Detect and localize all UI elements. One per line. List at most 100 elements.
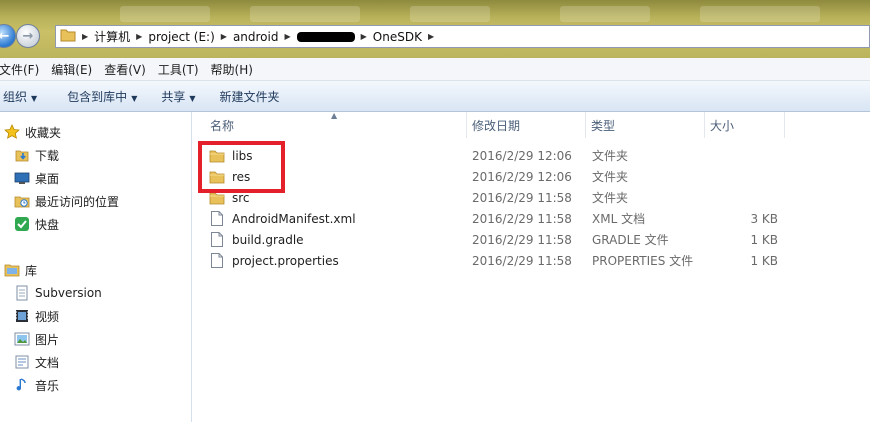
nav-item-label: 音乐	[35, 378, 60, 393]
breadcrumb-redacted[interactable]	[296, 31, 355, 42]
nav-item-subversion[interactable]: Subversion	[14, 283, 102, 303]
forward-button[interactable]: →	[16, 24, 40, 48]
background-tab-blur	[250, 6, 360, 22]
nav-item-recent-places[interactable]: 最近访问的位置	[14, 191, 119, 211]
folder-icon	[60, 28, 76, 45]
sort-ascending-icon: ▲	[331, 111, 338, 120]
file-row[interactable]: libs 2016/2/29 12:06 文件夹	[192, 145, 870, 166]
file-modified: 2016/2/29 11:58	[472, 190, 572, 205]
dropdown-caret-icon: ▼	[131, 93, 138, 103]
file-size	[712, 187, 778, 208]
background-tab-blur	[560, 6, 650, 22]
menu-bar: 文件(F) 编辑(E) 查看(V) 工具(T) 帮助(H)	[0, 58, 870, 81]
back-button[interactable]: ←	[0, 24, 16, 48]
back-arrow-icon: ←	[0, 28, 10, 44]
breadcrumb-separator-icon[interactable]: ▶	[428, 32, 434, 41]
column-header-modified-label: 修改日期	[472, 118, 521, 133]
nav-item-pictures[interactable]: 图片	[14, 329, 59, 349]
file-row[interactable]: project.properties 2016/2/29 11:58 PROPE…	[192, 250, 870, 271]
dropdown-caret-icon: ▼	[189, 93, 196, 103]
nav-item-label: 图片	[35, 332, 60, 347]
file-list: 名称 ▲ 修改日期 类型 大小 libs 2016/2/29 12:06 文件夹…	[192, 111, 870, 422]
nav-item-label: 桌面	[35, 171, 60, 186]
breadcrumb-separator-icon[interactable]: ▶	[136, 32, 142, 41]
kuaipan-icon	[14, 216, 30, 232]
file-type: XML 文档	[592, 212, 646, 226]
menu-edit[interactable]: 编辑(E)	[45, 61, 98, 78]
breadcrumb-separator-icon[interactable]: ▶	[284, 32, 290, 41]
recent-places-icon	[14, 193, 30, 209]
menu-tools[interactable]: 工具(T)	[152, 61, 205, 78]
breadcrumb-computer[interactable]: 计算机	[94, 28, 130, 45]
libraries-icon	[4, 262, 20, 278]
nav-item-label: 文档	[35, 355, 60, 370]
share-button[interactable]: 共享 ▼	[149, 88, 207, 105]
file-icon	[209, 253, 225, 269]
nav-item-documents[interactable]: 文档	[14, 352, 59, 372]
nav-favorites-label: 收藏夹	[25, 125, 62, 140]
nav-item-kuaipan[interactable]: 快盘	[14, 214, 59, 234]
file-type: GRADLE 文件	[592, 233, 669, 247]
file-name: project.properties	[232, 253, 339, 268]
file-size: 1 KB	[750, 253, 778, 268]
document-library-icon	[14, 285, 30, 301]
column-divider[interactable]	[784, 112, 785, 138]
file-type: 文件夹	[592, 170, 629, 184]
dropdown-caret-icon: ▼	[31, 93, 38, 103]
menu-help[interactable]: 帮助(H)	[205, 61, 259, 78]
column-header-type-label: 类型	[591, 118, 616, 133]
menu-view[interactable]: 查看(V)	[98, 61, 152, 78]
file-row[interactable]: build.gradle 2016/2/29 11:58 GRADLE 文件 1…	[192, 229, 870, 250]
address-bar[interactable]: ▶ 计算机 ▶ project (E:) ▶ android ▶ ▶ OneSD…	[55, 25, 870, 48]
breadcrumb-separator-icon[interactable]: ▶	[361, 32, 367, 41]
nav-item-desktop[interactable]: 桌面	[14, 168, 59, 188]
background-tab-blur	[410, 6, 490, 22]
file-modified: 2016/2/29 12:06	[472, 169, 572, 184]
nav-item-label: 视频	[35, 309, 60, 324]
nav-favorites[interactable]: 收藏夹	[4, 122, 61, 142]
file-name-cell: build.gradle	[209, 229, 304, 250]
navigation-pane: 收藏夹 下载 桌面 最近访问的位置 快盘 库 Subversion 视频 图片 …	[0, 112, 192, 422]
nav-item-label: Subversion	[35, 286, 102, 300]
window-title-bar: ← → ▶ 计算机 ▶ project (E:) ▶ android ▶ ▶ O…	[0, 0, 870, 58]
nav-libraries[interactable]: 库	[4, 260, 37, 280]
annotation-highlight-box	[198, 141, 285, 193]
downloads-icon	[14, 147, 30, 163]
file-icon	[209, 211, 225, 227]
column-header-type[interactable]: 类型	[585, 112, 704, 138]
nav-item-music[interactable]: 音乐	[14, 375, 59, 395]
include-in-library-button[interactable]: 包含到库中 ▼	[49, 88, 149, 105]
file-modified: 2016/2/29 12:06	[472, 148, 572, 163]
column-header-name-label: 名称	[210, 118, 235, 133]
file-size: 1 KB	[750, 232, 778, 247]
file-row[interactable]: res 2016/2/29 12:06 文件夹	[192, 166, 870, 187]
nav-libraries-label: 库	[25, 263, 38, 278]
column-header-size[interactable]: 大小	[704, 112, 784, 138]
file-type: 文件夹	[592, 191, 629, 205]
breadcrumb-drive[interactable]: project (E:)	[148, 30, 214, 44]
breadcrumb-onesdk[interactable]: OneSDK	[373, 30, 422, 44]
nav-item-downloads[interactable]: 下载	[14, 145, 59, 165]
new-folder-button[interactable]: 新建文件夹	[208, 88, 292, 105]
column-header-modified[interactable]: 修改日期	[466, 112, 585, 138]
file-name: build.gradle	[232, 232, 304, 247]
breadcrumb-separator-icon[interactable]: ▶	[221, 32, 227, 41]
breadcrumb-android[interactable]: android	[233, 30, 279, 44]
file-size: 3 KB	[750, 211, 778, 226]
nav-item-label: 下载	[35, 148, 60, 163]
nav-item-videos[interactable]: 视频	[14, 306, 59, 326]
file-size	[712, 145, 778, 166]
file-row[interactable]: src 2016/2/29 11:58 文件夹	[192, 187, 870, 208]
forward-arrow-icon: →	[22, 28, 34, 44]
desktop-icon	[14, 170, 30, 186]
file-modified: 2016/2/29 11:58	[472, 253, 572, 268]
organize-button[interactable]: 组织 ▼	[0, 88, 49, 105]
breadcrumb-separator-icon[interactable]: ▶	[82, 32, 88, 41]
include-in-library-label: 包含到库中	[67, 89, 128, 104]
file-type: PROPERTIES 文件	[592, 254, 694, 268]
menu-file[interactable]: 文件(F)	[0, 61, 45, 78]
file-name: AndroidManifest.xml	[232, 211, 356, 226]
video-icon	[14, 308, 30, 324]
file-row[interactable]: AndroidManifest.xml 2016/2/29 11:58 XML …	[192, 208, 870, 229]
star-icon	[4, 124, 20, 140]
